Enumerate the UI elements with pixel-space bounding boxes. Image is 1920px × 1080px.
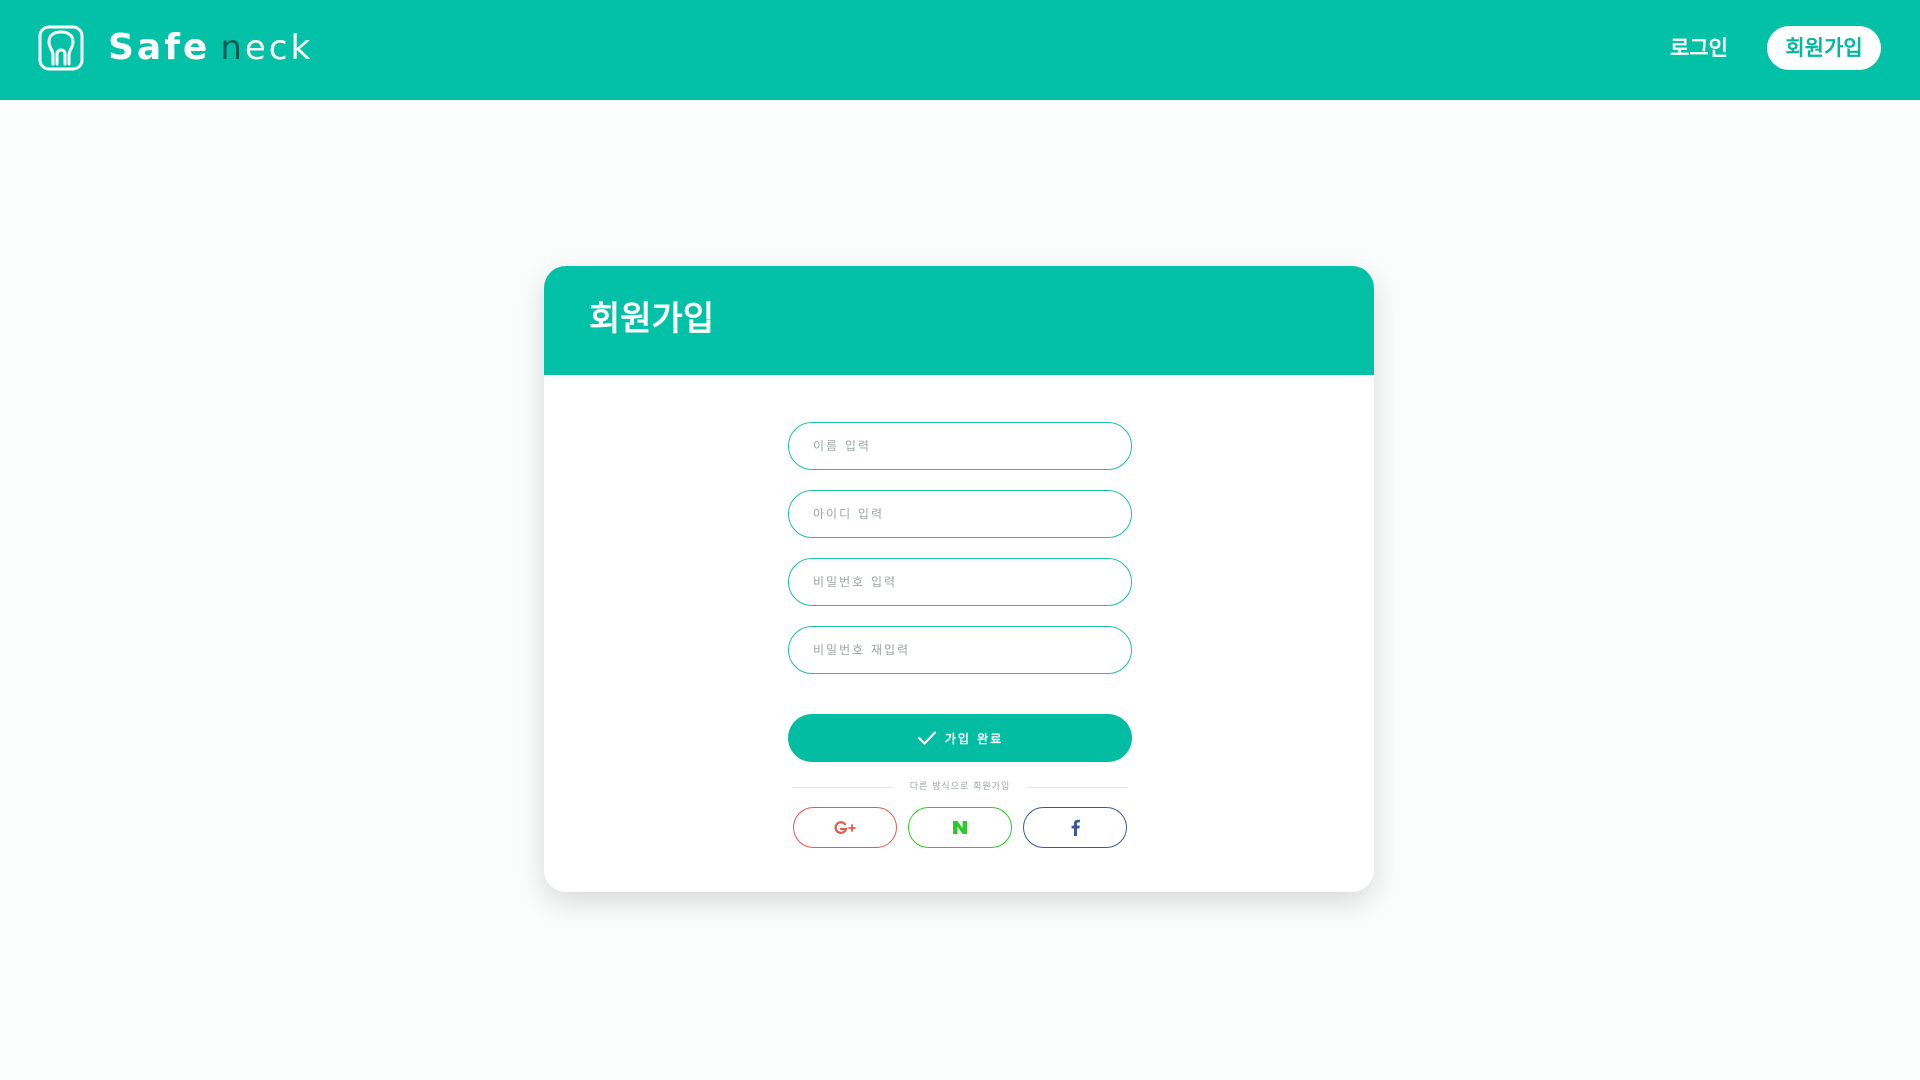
signup-submit-button[interactable]: 가입 완료 xyxy=(788,714,1132,762)
signup-card-title: 회원가입 xyxy=(589,299,715,339)
id-input[interactable] xyxy=(788,490,1132,538)
naver-icon xyxy=(953,821,967,834)
logo-text-neck-first: n xyxy=(220,28,245,68)
logo-text-safe: Safe xyxy=(108,27,211,68)
password-input[interactable] xyxy=(788,558,1132,606)
logo-text-neck: neck xyxy=(220,28,313,68)
name-input[interactable] xyxy=(788,422,1132,470)
signup-submit-label: 가입 완료 xyxy=(944,731,1004,746)
login-link[interactable]: 로그인 xyxy=(1670,30,1728,66)
check-icon xyxy=(917,731,936,745)
signup-nav-button[interactable]: 회원가입 xyxy=(1767,26,1881,70)
signup-card: 회원가입 가입 완료 다른 방식으로 회원가입 xyxy=(544,266,1374,892)
facebook-signup-button[interactable] xyxy=(1023,807,1127,848)
divider-line-left xyxy=(793,787,893,788)
google-signup-button[interactable] xyxy=(793,807,897,848)
logo-text-neck-rest: eck xyxy=(244,28,314,68)
naver-signup-button[interactable] xyxy=(908,807,1012,848)
facebook-icon xyxy=(1071,819,1080,836)
signup-card-header: 회원가입 xyxy=(544,266,1374,375)
safe-neck-logo-icon[interactable] xyxy=(38,25,84,71)
alt-signup-divider-text: 다른 방식으로 회원가입 xyxy=(909,782,1011,792)
password-confirm-input[interactable] xyxy=(788,626,1132,674)
google-plus-icon xyxy=(834,820,856,834)
logo-wordmark[interactable]: Safe neck xyxy=(108,24,313,72)
divider-line-right xyxy=(1027,787,1127,788)
top-header: Safe neck 로그인 회원가입 xyxy=(0,0,1920,100)
